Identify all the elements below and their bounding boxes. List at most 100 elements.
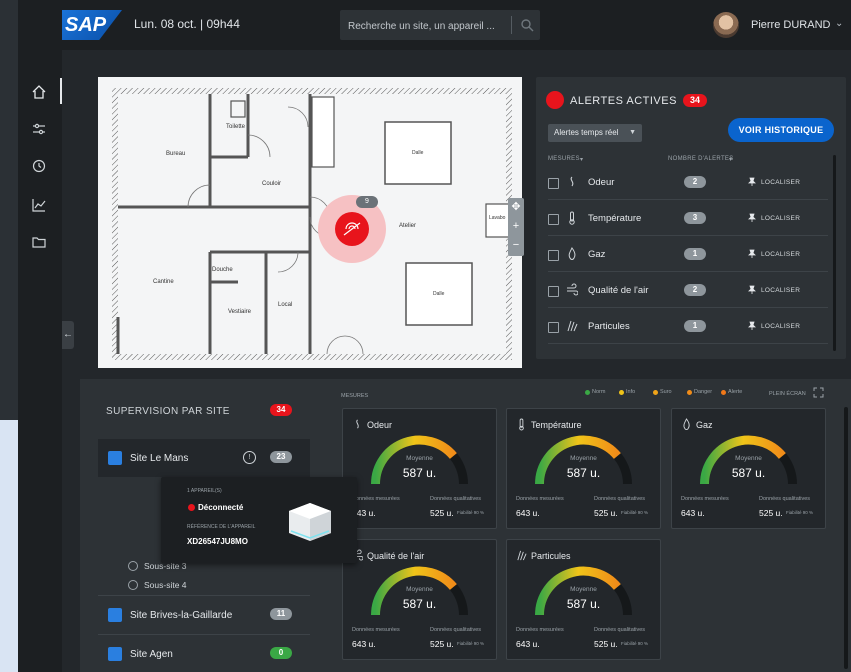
row-checkbox[interactable] — [548, 322, 559, 333]
measured-value: 643 u. — [516, 508, 540, 518]
history-button[interactable]: VOIR HISTORIQUE — [728, 118, 834, 142]
chevron-down-icon[interactable]: ⌄ — [835, 18, 843, 29]
pin-icon[interactable] — [747, 177, 757, 187]
zoom-out-button[interactable]: − — [508, 236, 524, 254]
chart-icon[interactable] — [30, 196, 48, 214]
column-header-count[interactable]: NOMBRE D'ALERTES — [668, 156, 734, 162]
legend-item: Norm — [585, 389, 605, 395]
gauge-subtitle: Moyenne — [570, 586, 597, 593]
alarm-icon — [546, 91, 564, 109]
sensor-count-badge[interactable]: 9 — [356, 196, 378, 208]
sliders-icon[interactable] — [30, 120, 48, 138]
clock-icon[interactable] — [30, 157, 48, 175]
fullscreen-label[interactable]: PLEIN ÉCRAN — [769, 391, 806, 397]
thermometer-icon — [569, 211, 575, 225]
site-count-badge: 11 — [270, 608, 292, 620]
collapse-arrow-icon[interactable]: ← — [62, 321, 74, 349]
gauge-value: 587 u. — [402, 466, 437, 480]
site-item-brives[interactable]: Site Brives-la-Gaillarde 11 — [98, 595, 310, 634]
gauge-subtitle: Moyenne — [735, 455, 762, 462]
room-label: Atelier — [399, 223, 417, 229]
pin-icon[interactable] — [747, 249, 757, 259]
site-item-agen[interactable]: Site Agen 0 — [98, 634, 310, 672]
qualitative-value: 525 u. — [430, 508, 454, 518]
alerts-count-badge: 34 — [683, 94, 707, 107]
expand-icon[interactable] — [813, 387, 824, 398]
floor-plan[interactable]: Bureau Toilette Couloir Cantine Douche V… — [98, 77, 522, 368]
avatar[interactable] — [713, 12, 739, 38]
info-icon[interactable]: ! — [243, 451, 256, 464]
measure-card[interactable]: Gaz Moyenne 587 u. Données mesurées Données … — [671, 408, 826, 529]
pin-icon[interactable] — [747, 321, 757, 331]
gauge-value: 587 u. — [731, 466, 766, 480]
measured-value: 643 u. — [681, 508, 705, 518]
alert-label: Particules — [588, 321, 630, 332]
qualitative-label: Données qualitatives — [594, 627, 646, 633]
zoom-in-button[interactable]: + — [508, 217, 524, 235]
site-label: Site Brives-la-Gaillarde — [130, 610, 233, 621]
sort-icon[interactable]: ▾ — [729, 156, 732, 163]
site-item-le-mans[interactable]: Site Le Mans ! 23 — [98, 439, 310, 477]
gauge-subtitle: Moyenne — [570, 455, 597, 462]
measured-label: Données mesurées — [352, 627, 400, 633]
legend-item: Suro — [653, 389, 672, 395]
measure-card[interactable]: Particules Moyenne 587 u. Données mesurées D… — [506, 539, 661, 660]
site-count-badge: 0 — [270, 647, 292, 659]
user-name[interactable]: Pierre DURAND — [751, 19, 830, 31]
search-input[interactable] — [346, 10, 510, 42]
pin-icon[interactable] — [747, 285, 757, 295]
status-dot — [188, 504, 195, 511]
recenter-button[interactable]: ✥ — [508, 198, 524, 216]
building-icon — [108, 608, 122, 622]
room-label: Dalle — [412, 150, 424, 156]
gauge-subtitle: Moyenne — [406, 586, 433, 593]
scrollbar[interactable] — [844, 407, 848, 669]
qualitative-label: Données qualitatives — [430, 627, 482, 633]
flame-icon — [568, 247, 576, 260]
alert-row[interactable]: Qualité de l'air 2 LOCALISER — [548, 275, 828, 308]
radio-button[interactable] — [128, 561, 138, 571]
device-tooltip: 1 APPAREIL(S) Déconnecté RÉFÉRENCE DE L'… — [161, 477, 357, 563]
building-icon — [108, 647, 122, 661]
alert-count-badge: 3 — [684, 212, 706, 224]
reliability-rate: Fiabilité 90 % — [621, 641, 649, 646]
qualitative-value: 525 u. — [430, 639, 454, 649]
alert-row[interactable]: Gaz 1 LOCALISER — [548, 239, 828, 272]
alert-row[interactable]: Particules 1 LOCALISER — [548, 311, 828, 344]
building-icon — [108, 451, 122, 465]
column-header-measures[interactable]: MESURES — [548, 156, 580, 162]
localize-button[interactable]: LOCALISER — [761, 215, 800, 222]
localize-button[interactable]: LOCALISER — [761, 251, 800, 258]
alert-row[interactable]: Odeur 2 LOCALISER — [548, 167, 828, 200]
thermometer-icon — [519, 418, 524, 431]
supervision-count-badge: 34 — [270, 404, 292, 416]
subsite-item[interactable]: Sous-site 4 — [128, 580, 187, 590]
qualitative-label: Données qualitatives — [430, 496, 482, 502]
alerts-filter-select[interactable]: Alertes temps réel ▼ — [548, 124, 642, 142]
folder-icon[interactable] — [30, 233, 48, 251]
pin-icon[interactable] — [747, 213, 757, 223]
measure-card[interactable]: Qualité de l'air Moyenne 587 u. Données mes… — [342, 539, 497, 660]
row-checkbox[interactable] — [548, 286, 559, 297]
sort-icon[interactable]: ▾ — [580, 156, 583, 163]
home-icon[interactable] — [30, 83, 48, 101]
room-label: Dalle — [433, 291, 445, 297]
localize-button[interactable]: LOCALISER — [761, 323, 800, 330]
measures-title: MESURES — [341, 393, 369, 399]
localize-button[interactable]: LOCALISER — [761, 179, 800, 186]
scrollbar[interactable] — [833, 155, 836, 351]
reliability-rate: Fiabilité 90 % — [621, 510, 649, 515]
odor-icon — [570, 176, 574, 187]
row-checkbox[interactable] — [548, 214, 559, 225]
measure-card[interactable]: Température Moyenne 587 u. Données mesurées… — [506, 408, 661, 529]
measure-card[interactable]: Odeur Moyenne 587 u. Données mesurées Donnée… — [342, 408, 497, 529]
radio-button[interactable] — [128, 580, 138, 590]
alert-count-badge: 1 — [684, 320, 706, 332]
row-checkbox[interactable] — [548, 250, 559, 261]
alert-row[interactable]: Température 3 LOCALISER — [548, 203, 828, 236]
row-checkbox[interactable] — [548, 178, 559, 189]
localize-button[interactable]: LOCALISER — [761, 287, 800, 294]
legend-dot — [721, 390, 726, 395]
search-icon[interactable] — [520, 18, 534, 32]
reliability-rate: Fiabilité 90 % — [786, 510, 814, 515]
